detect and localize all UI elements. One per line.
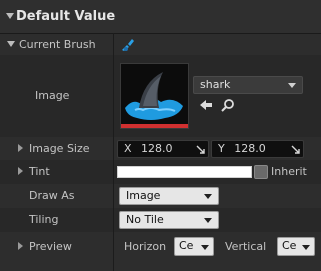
asset-name: shark	[200, 78, 231, 91]
use-selected-arrow-icon[interactable]	[199, 99, 213, 111]
vertical-alignment-label: Vertical	[225, 240, 267, 253]
horizontal-alignment-dropdown[interactable]: Ce	[174, 237, 214, 256]
image-size-label: Image Size	[29, 142, 90, 155]
browse-magnifier-icon[interactable]	[221, 99, 235, 112]
current-brush-label: Current Brush	[19, 38, 96, 51]
y-value: 128.0	[234, 142, 266, 155]
draw-as-label: Draw As	[29, 189, 75, 202]
x-axis-label: X	[124, 142, 132, 155]
inherit-label: Inherit	[271, 165, 307, 178]
image-size-x-field[interactable]: X 128.0	[117, 140, 209, 158]
image-thumbnail[interactable]	[120, 63, 189, 129]
section-title: Default Value	[16, 9, 116, 24]
horizontal-alignment-value: Ce	[179, 239, 194, 252]
tiling-label: Tiling	[29, 213, 59, 226]
y-drag-handle-icon[interactable]	[291, 145, 300, 154]
preview-expand-icon[interactable]	[18, 242, 23, 250]
y-axis-label: Y	[218, 142, 225, 155]
vertical-alignment-value: Ce	[282, 239, 297, 252]
current-brush-expand-icon[interactable]	[7, 41, 15, 47]
horizontal-alignment-label: Horizon	[124, 240, 167, 253]
section-header[interactable]: Default Value	[0, 0, 321, 34]
preview-label: Preview	[29, 240, 72, 253]
inherit-checkbox[interactable]	[254, 165, 268, 179]
chevron-down-icon	[204, 218, 212, 223]
tiling-value: No Tile	[126, 213, 164, 226]
x-drag-handle-icon[interactable]	[196, 145, 205, 154]
tint-color-swatch[interactable]	[117, 166, 252, 178]
draw-as-dropdown[interactable]: Image	[119, 187, 219, 205]
chevron-down-icon	[201, 245, 209, 250]
image-label: Image	[35, 89, 70, 102]
tint-label: Tint	[29, 165, 50, 178]
x-value: 128.0	[141, 142, 173, 155]
asset-dropdown[interactable]: shark	[193, 76, 303, 94]
chevron-down-icon	[204, 194, 212, 199]
chevron-down-icon	[302, 245, 310, 250]
column-divider	[113, 33, 114, 271]
collapse-arrow-icon[interactable]	[6, 13, 14, 19]
vertical-alignment-dropdown[interactable]: Ce	[277, 237, 315, 256]
image-size-expand-icon[interactable]	[18, 144, 23, 152]
image-size-y-field[interactable]: Y 128.0	[211, 140, 304, 158]
chevron-down-icon	[288, 83, 296, 88]
draw-as-value: Image	[126, 189, 161, 202]
tint-expand-icon[interactable]	[18, 167, 23, 175]
brush-icon	[122, 39, 134, 51]
shark-fin-thumbnail	[121, 64, 188, 128]
tiling-dropdown[interactable]: No Tile	[119, 211, 219, 229]
